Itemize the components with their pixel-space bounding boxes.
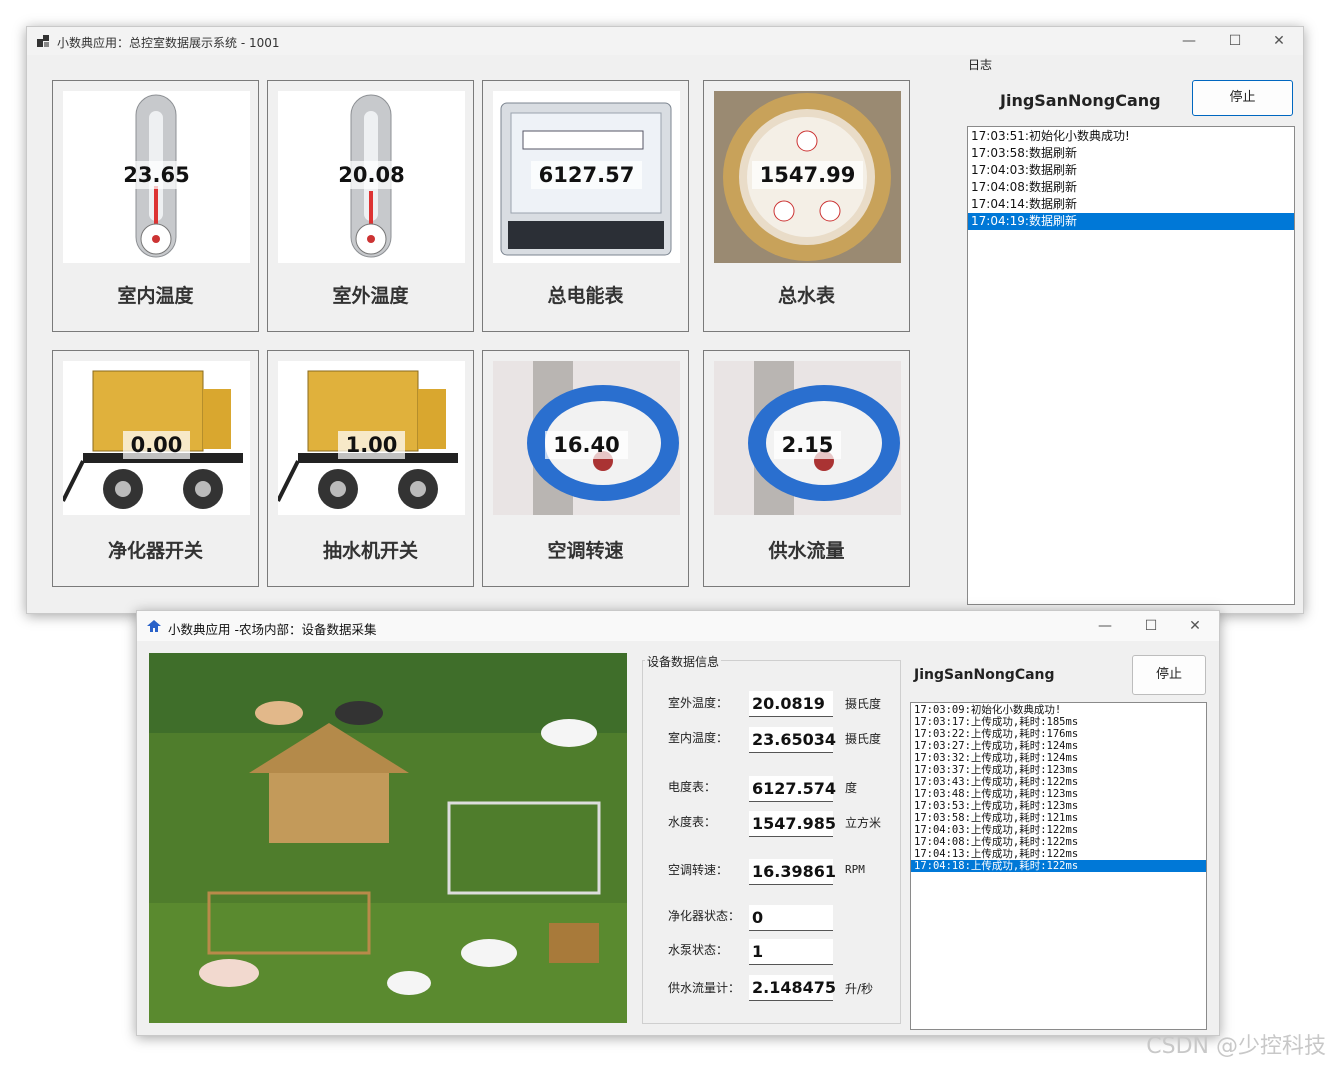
minimize-icon[interactable]: —	[1167, 27, 1211, 55]
ac-speed-field[interactable]: 16.39861	[749, 859, 836, 885]
log-entry[interactable]: 17:04:14:数据刷新	[968, 196, 1294, 213]
outdoor-temperature-field[interactable]: 20.0819	[749, 691, 833, 717]
tile-label: 总水表	[777, 285, 835, 307]
device-data-group-title: 设备数据信息	[645, 653, 722, 670]
log-entry[interactable]: 17:03:53:上传成功,耗时:123ms	[911, 800, 1206, 812]
tile-value: 20.08	[330, 161, 413, 189]
electricity-meter-field[interactable]: 6127.574	[749, 776, 836, 802]
title-bar[interactable]: 小数典应用：总控室数据展示系统 - 1001 — ☐ ✕	[27, 27, 1303, 55]
log-entry[interactable]: 17:04:13:上传成功,耗时:122ms	[911, 848, 1206, 860]
tile-value: 16.40	[545, 431, 628, 459]
tile-label: 供水流量	[768, 540, 845, 562]
field-label: 空调转速：	[668, 863, 729, 877]
window-title: 小数典应用：总控室数据展示系统 - 1001	[57, 36, 280, 50]
unit-label: 摄氏度	[845, 697, 882, 711]
tile-purifier-switch: 0.00 净化器开关	[52, 350, 259, 587]
tile-value: 2.15	[773, 431, 842, 459]
unit-label: 度	[845, 781, 858, 795]
thermometer-icon: 23.65	[63, 91, 250, 263]
tile-label: 室内温度	[117, 285, 194, 307]
tile-ac-speed: 16.40 空调转速	[482, 350, 689, 587]
brand-label: JingSanNongCang	[1000, 91, 1161, 110]
water-flow-field[interactable]: 2.148475	[749, 975, 836, 1001]
tile-value: 0.00	[122, 431, 191, 459]
field-label: 供水流量计：	[668, 981, 741, 995]
field-label: 水泵状态：	[668, 943, 729, 957]
tile-pump-switch: 1.00 抽水机开关	[267, 350, 474, 587]
log-entry[interactable]: 17:03:48:上传成功,耗时:123ms	[911, 788, 1206, 800]
water-meter-field[interactable]: 1547.985	[749, 811, 836, 837]
log-group-title: 日志	[966, 56, 995, 73]
purifier-status-field[interactable]: 0	[749, 905, 833, 931]
flowmeter-icon: 16.40	[493, 361, 680, 515]
thermometer-icon: 20.08	[278, 91, 465, 263]
log-entry[interactable]: 17:04:08:数据刷新	[968, 179, 1294, 196]
stop-button[interactable]: 停止	[1192, 80, 1293, 116]
log-entry[interactable]: 17:04:03:数据刷新	[968, 162, 1294, 179]
title-bar[interactable]: 小数典应用 -农场内部：设备数据采集 — ☐ ✕	[137, 611, 1219, 641]
tile-label: 抽水机开关	[322, 540, 418, 562]
electric-meter-icon: 6127.57	[493, 91, 680, 263]
unit-label: 立方米	[845, 816, 882, 830]
indoor-temperature-field[interactable]: 23.65034	[749, 727, 836, 753]
tile-indoor-temperature: 23.65 室内温度	[52, 80, 259, 332]
log-entry[interactable]: 17:04:19:数据刷新	[968, 213, 1294, 230]
tile-label: 室外温度	[332, 285, 409, 307]
maximize-icon[interactable]: ☐	[1129, 611, 1173, 641]
unit-label: RPM	[845, 863, 865, 876]
tile-label: 空调转速	[547, 540, 624, 562]
generator-icon: 0.00	[63, 361, 250, 515]
window-title: 小数典应用 -农场内部：设备数据采集	[168, 622, 377, 637]
log-group: 日志 JingSanNongCang 停止 17:03:51:初始化小数典成功!…	[961, 56, 1301, 606]
field-label: 室内温度：	[668, 731, 729, 745]
data-collection-window: 小数典应用 -农场内部：设备数据采集 — ☐ ✕ 设备数据信息 室外温度： 20…	[136, 610, 1220, 1036]
generator-icon: 1.00	[278, 361, 465, 515]
upload-log-list[interactable]: 17:03:09:初始化小数典成功! 17:03:17:上传成功,耗时:185ms…	[910, 702, 1207, 1030]
log-entry[interactable]: 17:03:22:上传成功,耗时:176ms	[911, 728, 1206, 740]
log-entry[interactable]: 17:03:27:上传成功,耗时:124ms	[911, 740, 1206, 752]
tile-water-meter: 1547.99 总水表	[703, 80, 910, 332]
field-label: 水度表：	[668, 815, 717, 829]
log-entry[interactable]: 17:03:58:上传成功,耗时:121ms	[911, 812, 1206, 824]
water-meter-icon: 1547.99	[714, 91, 901, 263]
log-entry[interactable]: 17:03:43:上传成功,耗时:122ms	[911, 776, 1206, 788]
field-label: 电度表：	[668, 780, 717, 794]
log-list[interactable]: 17:03:51:初始化小数典成功! 17:03:58:数据刷新 17:04:03:…	[967, 126, 1295, 605]
close-icon[interactable]: ✕	[1173, 611, 1217, 641]
tile-value: 1547.99	[751, 161, 864, 189]
maximize-icon[interactable]: ☐	[1213, 27, 1257, 55]
unit-label: 摄氏度	[845, 732, 882, 746]
log-entry[interactable]: 17:03:37:上传成功,耗时:123ms	[911, 764, 1206, 776]
main-display-window: 小数典应用：总控室数据展示系统 - 1001 — ☐ ✕ 23.65 室内温度	[26, 26, 1304, 614]
tile-value: 23.65	[115, 161, 198, 189]
tile-label: 总电能表	[547, 285, 624, 307]
tile-water-flow: 2.15 供水流量	[703, 350, 910, 587]
stop-button[interactable]: 停止	[1132, 655, 1206, 695]
log-entry[interactable]: 17:03:58:数据刷新	[968, 145, 1294, 162]
app-icon	[147, 620, 161, 632]
log-entry[interactable]: 17:03:17:上传成功,耗时:185ms	[911, 716, 1206, 728]
log-entry[interactable]: 17:04:08:上传成功,耗时:122ms	[911, 836, 1206, 848]
tile-value: 6127.57	[530, 161, 643, 189]
pump-status-field[interactable]: 1	[749, 939, 833, 965]
farm-image	[149, 653, 627, 1023]
tile-value: 1.00	[337, 431, 406, 459]
minimize-icon[interactable]: —	[1083, 611, 1127, 641]
tile-outdoor-temperature: 20.08 室外温度	[267, 80, 474, 332]
flowmeter-icon: 2.15	[714, 361, 901, 515]
close-icon[interactable]: ✕	[1257, 27, 1301, 55]
app-icon	[37, 35, 49, 47]
log-entry[interactable]: 17:04:18:上传成功,耗时:122ms	[911, 860, 1206, 872]
watermark: CSDN @少控科技	[1146, 1034, 1326, 1059]
unit-label: 升/秒	[845, 982, 874, 996]
brand-label: JingSanNongCang	[914, 667, 1055, 683]
tile-electric-meter: 6127.57 总电能表	[482, 80, 689, 332]
log-entry[interactable]: 17:03:32:上传成功,耗时:124ms	[911, 752, 1206, 764]
log-entry[interactable]: 17:03:51:初始化小数典成功!	[968, 128, 1294, 145]
log-entry[interactable]: 17:04:03:上传成功,耗时:122ms	[911, 824, 1206, 836]
log-entry[interactable]: 17:03:09:初始化小数典成功!	[911, 704, 1206, 716]
tile-label: 净化器开关	[107, 540, 203, 562]
field-label: 室外温度：	[668, 696, 729, 710]
field-label: 净化器状态：	[668, 909, 741, 923]
